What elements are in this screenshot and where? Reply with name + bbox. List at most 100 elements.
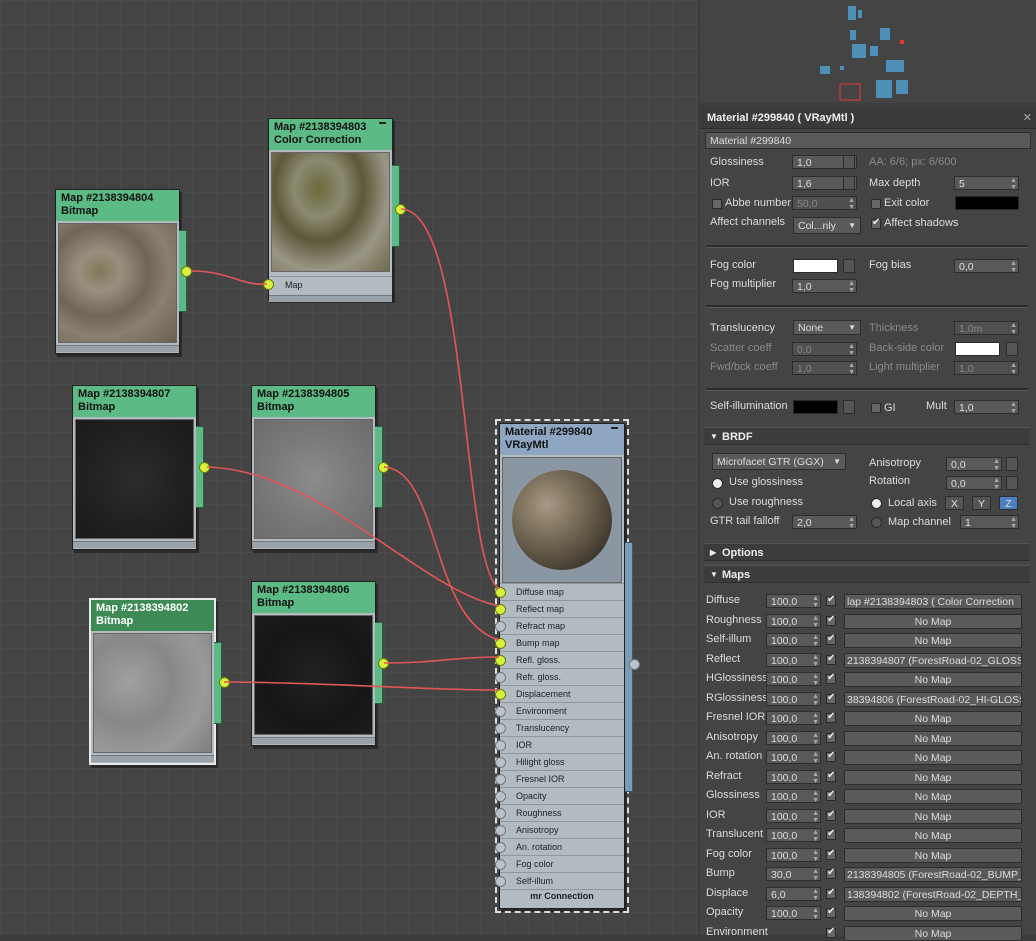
map-slot-button[interactable]: No Map <box>844 750 1022 765</box>
anisotropy-map-button[interactable] <box>1006 457 1018 471</box>
map-slot-button[interactable]: No Map <box>844 769 1022 785</box>
back-side-color-swatch[interactable] <box>955 342 1000 356</box>
navigator-view[interactable] <box>700 0 1036 103</box>
fog-multiplier-spinner[interactable]: 1,0 ▲ ▼ <box>792 279 857 294</box>
input-port[interactable] <box>495 791 506 802</box>
map-enable-checkbox[interactable] <box>826 653 836 665</box>
material-slot[interactable]: Fog color <box>495 855 624 872</box>
output-port[interactable] <box>219 677 230 688</box>
material-slot[interactable]: Displacement <box>495 685 624 702</box>
node-bitmap-807[interactable]: Map #2138394807 Bitmap <box>72 385 210 550</box>
material-slot[interactable]: Roughness <box>495 804 624 821</box>
maps-rollout[interactable]: ▼ Maps <box>704 565 1030 583</box>
map-amount-spinner[interactable]: 100,0 ▲ ▼ <box>766 613 821 629</box>
map-enable-checkbox[interactable] <box>826 731 836 743</box>
map-enable-checkbox[interactable] <box>826 828 836 840</box>
map-amount-spinner[interactable]: 100,0 ▲ ▼ <box>766 672 821 687</box>
map-amount-spinner[interactable]: 100,0 ▲ ▼ <box>766 594 821 609</box>
output-port[interactable] <box>395 204 406 215</box>
map-enable-checkbox[interactable] <box>826 594 836 606</box>
map-enable-checkbox[interactable] <box>826 867 836 879</box>
exit-color-swatch[interactable] <box>955 196 1019 210</box>
brdf-rollout[interactable]: ▼ BRDF <box>704 427 1030 445</box>
input-port[interactable] <box>495 876 506 887</box>
map-enable-checkbox[interactable] <box>826 614 836 626</box>
map-enable-checkbox[interactable] <box>826 926 836 938</box>
input-port[interactable] <box>495 604 506 615</box>
map-amount-spinner[interactable]: 100,0 ▲ ▼ <box>766 633 821 648</box>
map-slot-button[interactable]: 2138394807 (ForestRoad-02_GLOSS_ <box>844 652 1022 668</box>
node-bitmap-804[interactable]: Map #2138394804 Bitmap <box>55 189 192 354</box>
fog-color-map-button[interactable] <box>843 259 855 273</box>
input-port[interactable] <box>495 757 506 768</box>
map-slot-button[interactable]: No Map <box>844 847 1022 863</box>
map-channel-spinner[interactable]: 1 ▲ ▼ <box>960 515 1019 530</box>
mult-spinner[interactable]: 1,0 ▲ ▼ <box>954 400 1019 415</box>
fog-color-swatch[interactable] <box>793 259 838 273</box>
input-port-map[interactable] <box>263 279 274 290</box>
material-slot[interactable]: Diffuse map <box>495 583 624 600</box>
material-slot[interactable]: Hilight gloss <box>495 753 624 770</box>
back-side-map-button[interactable] <box>1006 342 1018 356</box>
mr-connection[interactable]: mr Connection <box>500 889 624 902</box>
map-slot-button[interactable]: No Map <box>844 672 1022 687</box>
material-slot[interactable]: Refract map <box>495 617 624 634</box>
gtr-tail-falloff-spinner[interactable]: 2,0 ▲ ▼ <box>792 515 857 530</box>
light-multiplier-spinner[interactable]: 1,0 ▲ ▼ <box>954 361 1019 376</box>
input-port[interactable] <box>495 672 506 683</box>
input-port[interactable] <box>495 723 506 734</box>
map-amount-spinner[interactable]: 100,0 ▲ ▼ <box>766 789 821 804</box>
map-enable-checkbox[interactable] <box>826 789 836 801</box>
map-slot-button[interactable]: No Map <box>844 613 1022 629</box>
anisotropy-spinner[interactable]: 0,0 ▲ ▼ <box>946 457 1002 472</box>
map-amount-spinner[interactable]: 100,0 ▲ ▼ <box>766 906 821 921</box>
output-port[interactable] <box>378 658 389 669</box>
fog-bias-spinner[interactable]: 0,0 ▲ ▼ <box>954 259 1019 274</box>
map-slot-button[interactable]: lap #2138394803 ( Color Correction <box>844 594 1022 609</box>
material-slot[interactable]: Fresnel IOR <box>495 770 624 787</box>
map-amount-spinner[interactable]: 6,0 ▲ ▼ <box>766 886 821 902</box>
map-slot-button[interactable]: No Map <box>844 711 1022 726</box>
affect-channels-dropdown[interactable]: Col...nly ▼ <box>793 217 861 234</box>
map-slot-button[interactable]: 38394806 (ForestRoad-02_HI-GLOSS <box>844 691 1022 707</box>
node-color-correction-803[interactable]: Map #2138394803 Color Correction Map <box>263 118 406 302</box>
map-slot-button[interactable]: 138394802 (ForestRoad-02_DEPTH_ <box>844 886 1022 902</box>
map-amount-spinner[interactable]: 100,0 ▲ ▼ <box>766 828 821 843</box>
axis-x-button[interactable]: X <box>945 496 964 510</box>
abbe-checkbox[interactable] <box>712 199 722 209</box>
input-port[interactable] <box>495 808 506 819</box>
map-enable-checkbox[interactable] <box>826 711 836 723</box>
map-slot-button[interactable]: 2138394805 (ForestRoad-02_BUMP_ <box>844 867 1022 882</box>
map-enable-checkbox[interactable] <box>826 887 836 899</box>
map-enable-checkbox[interactable] <box>826 848 836 860</box>
map-enable-checkbox[interactable] <box>826 906 836 918</box>
map-amount-spinner[interactable]: 100,0 ▲ ▼ <box>766 711 821 726</box>
material-slot[interactable]: Translucency <box>495 719 624 736</box>
abbe-spinner[interactable]: 50,0 ▲ ▼ <box>792 196 857 211</box>
input-port[interactable] <box>495 621 506 632</box>
ior-map-button[interactable] <box>843 176 855 190</box>
map-slot-button[interactable]: No Map <box>844 906 1022 921</box>
map-enable-checkbox[interactable] <box>826 750 836 762</box>
thickness-spinner[interactable]: 1,0m ▲ ▼ <box>954 321 1019 336</box>
map-enable-checkbox[interactable] <box>826 770 836 782</box>
input-port[interactable] <box>495 587 506 598</box>
map-amount-spinner[interactable]: 100,0 ▲ ▼ <box>766 730 821 746</box>
node-bitmap-805[interactable]: Map #2138394805 Bitmap <box>251 385 389 550</box>
input-port[interactable] <box>495 774 506 785</box>
map-slot-button[interactable]: No Map <box>844 808 1022 824</box>
map-amount-spinner[interactable]: 100,0 ▲ ▼ <box>766 652 821 668</box>
self-illum-swatch[interactable] <box>793 400 838 414</box>
axis-y-button[interactable]: Y <box>972 496 991 510</box>
input-port[interactable] <box>495 740 506 751</box>
map-slot-button[interactable]: No Map <box>844 925 1022 941</box>
exit-color-checkbox[interactable] <box>871 199 881 209</box>
map-amount-spinner[interactable]: 100,0 ▲ ▼ <box>766 808 821 824</box>
map-enable-checkbox[interactable] <box>826 692 836 704</box>
node-bitmap-806[interactable]: Map #2138394806 Bitmap <box>251 581 389 746</box>
material-slot[interactable]: Environment <box>495 702 624 719</box>
self-illum-map-button[interactable] <box>843 400 855 414</box>
output-port[interactable] <box>181 266 192 277</box>
material-slot[interactable]: An. rotation <box>495 838 624 855</box>
node-material-vraymtl[interactable]: Material #299840 VRayMtl Diffuse map Refle… <box>495 419 640 913</box>
